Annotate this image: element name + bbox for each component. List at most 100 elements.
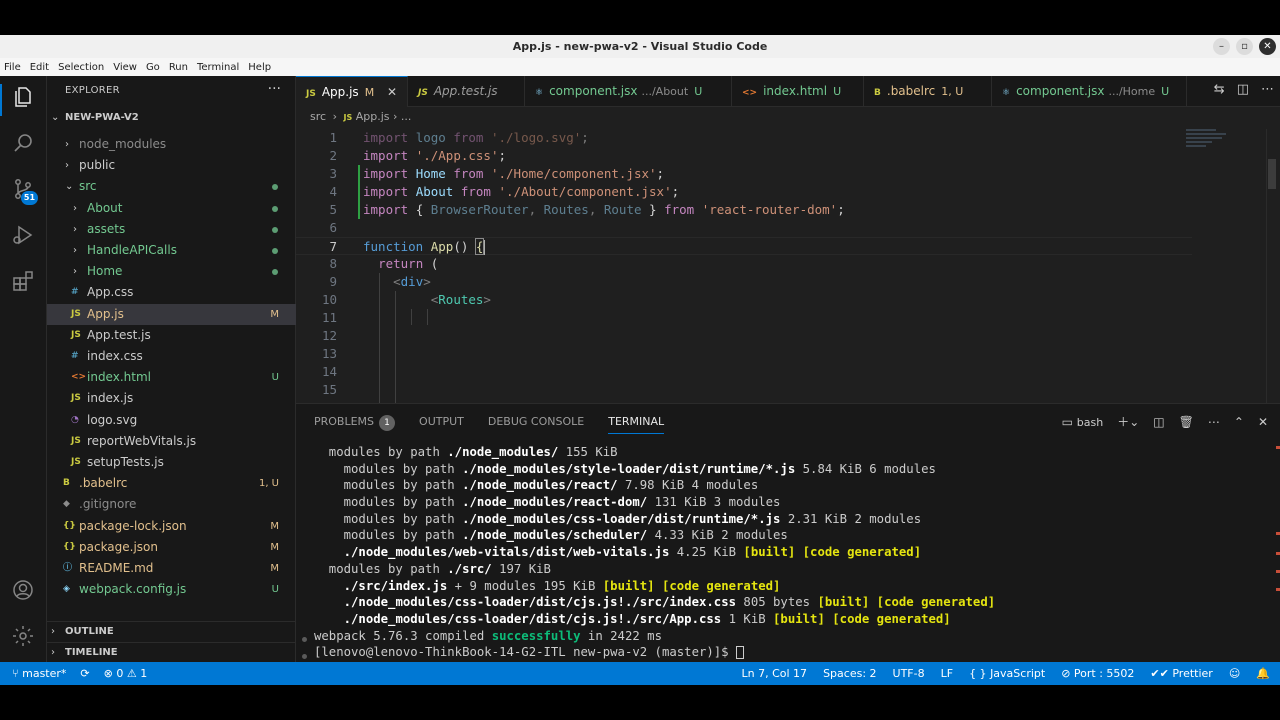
tab-debug-console[interactable]: DEBUG CONSOLE: [488, 412, 584, 434]
file-index-html[interactable]: <> index.html U: [47, 367, 296, 388]
outline-section-header[interactable]: › OUTLINE: [47, 621, 296, 641]
tree-item-label: public: [79, 158, 116, 173]
search-icon[interactable]: [9, 131, 37, 159]
code-line: 6: [296, 219, 1192, 237]
terminal-output[interactable]: modules by path ./node_modules/ 155 KiB …: [314, 444, 1274, 661]
notifications-bell-icon[interactable]: 🔔: [1256, 662, 1270, 685]
file-app-test-js[interactable]: JS App.test.js: [47, 325, 296, 346]
sync-icon[interactable]: ⟳: [80, 662, 89, 685]
tab-label: component.jsx: [1016, 84, 1105, 98]
tab-babelrc[interactable]: B .babelrc 1, U: [864, 76, 992, 107]
line-number: 5: [329, 202, 337, 217]
menu-run[interactable]: Run: [169, 62, 188, 73]
code-line: 15: [296, 381, 1192, 399]
breadcrumb-file[interactable]: App.js: [356, 110, 390, 123]
terminal-line: ./node_modules/css-loader/dist/cjs.js!./…: [343, 595, 996, 610]
line-ending[interactable]: LF: [941, 662, 953, 685]
terminal-command-decoration: [302, 637, 307, 642]
menu-go[interactable]: Go: [146, 62, 160, 73]
folder-handleapicalls[interactable]: › HandleAPICalls: [47, 240, 296, 261]
tab-output[interactable]: OUTPUT: [419, 412, 464, 434]
tree-item-label: README.md: [79, 561, 154, 575]
folder-src[interactable]: ⌄ src: [47, 176, 296, 197]
menu-view[interactable]: View: [113, 62, 137, 73]
tab-status: 1, U: [941, 85, 964, 98]
more-actions-icon[interactable]: ⋯: [1208, 415, 1220, 429]
menu-help[interactable]: Help: [248, 62, 271, 73]
file-babelrc[interactable]: B .babelrc 1, U: [47, 473, 296, 494]
accounts-icon[interactable]: [9, 578, 37, 606]
live-server-port[interactable]: ⊘ Port : 5502: [1061, 662, 1134, 685]
file-setuptests-js[interactable]: JS setupTests.js: [47, 452, 296, 473]
terminal-shell-selector[interactable]: ▭ bash: [1062, 415, 1104, 429]
maximize-panel-icon[interactable]: ⌃: [1234, 415, 1244, 429]
extensions-icon[interactable]: [9, 269, 37, 297]
run-debug-icon[interactable]: [9, 223, 37, 251]
editor-scrollbar[interactable]: [1266, 129, 1280, 403]
tree-item-label: Home: [87, 264, 123, 279]
file-logo-svg[interactable]: ◔ logo.svg: [47, 410, 296, 431]
maximize-button[interactable]: ▫: [1236, 38, 1253, 55]
file-index-js[interactable]: JS index.js: [47, 388, 296, 409]
tab-home-component-jsx[interactable]: ⚛ component.jsx .../Home U: [992, 76, 1187, 107]
encoding[interactable]: UTF-8: [893, 662, 925, 685]
settings-gear-icon[interactable]: [9, 624, 37, 652]
folder-node-modules[interactable]: › node_modules: [47, 134, 296, 155]
close-tab-icon[interactable]: ✕: [387, 85, 397, 99]
tab-terminal[interactable]: TERMINAL: [608, 412, 665, 434]
menu-file[interactable]: File: [4, 62, 21, 73]
git-branch-item[interactable]: ⑂ master*: [12, 662, 66, 685]
timeline-section-header[interactable]: › TIMELINE: [47, 642, 296, 662]
file-package-lock-json[interactable]: {} package-lock.json M: [47, 516, 296, 537]
tab-app-test-js[interactable]: JS App.test.js: [408, 76, 525, 107]
split-editor-icon[interactable]: ◫: [1237, 82, 1249, 97]
tab-app-js[interactable]: JS App.js M ✕: [296, 76, 408, 107]
menu-terminal[interactable]: Terminal: [197, 62, 239, 73]
code-editor[interactable]: 1 import logo from './logo.svg'; 2 import …: [296, 107, 1280, 403]
problems-status-item[interactable]: ⊗ 0 ⚠ 1: [104, 662, 148, 685]
tab-about-component-jsx[interactable]: ⚛ component.jsx .../About U: [525, 76, 732, 107]
file-app-css[interactable]: # App.css: [47, 282, 296, 303]
more-actions-icon[interactable]: ⋯: [1261, 82, 1274, 97]
kill-terminal-icon[interactable]: 🗑: [1179, 415, 1194, 429]
indentation[interactable]: Spaces: 2: [823, 662, 876, 685]
file-readme-md[interactable]: ⓘ README.md M: [47, 558, 296, 579]
tab-index-html[interactable]: <> index.html U: [732, 76, 864, 107]
files-icon[interactable]: [9, 85, 37, 113]
split-terminal-icon[interactable]: ◫: [1153, 415, 1164, 429]
terminal-scrollbar[interactable]: [1274, 442, 1280, 657]
folder-assets[interactable]: › assets: [47, 219, 296, 240]
close-window-button[interactable]: ✕: [1259, 38, 1276, 55]
folder-public[interactable]: › public: [47, 155, 296, 176]
tab-problems[interactable]: PROBLEMS 1: [314, 412, 396, 434]
cursor-position[interactable]: Ln 7, Col 17: [742, 662, 808, 685]
file-reportwebvitals-js[interactable]: JS reportWebVitals.js: [47, 431, 296, 452]
terminal-line: modules by path ./node_modules/style-loa…: [314, 461, 936, 476]
tab-label: .babelrc: [886, 84, 936, 98]
folder-about[interactable]: › About: [47, 198, 296, 219]
folder-home[interactable]: › Home: [47, 261, 296, 282]
prettier-status[interactable]: ✔✔ Prettier: [1150, 662, 1212, 685]
line-number: 7: [329, 239, 337, 254]
file-package-json[interactable]: {} package.json M: [47, 537, 296, 558]
minimap[interactable]: [1186, 129, 1236, 165]
code-line: 5 import { BrowserRouter, Routes, Route }…: [296, 201, 1192, 219]
file-gitignore[interactable]: ◆ .gitignore: [47, 494, 296, 515]
menu-edit[interactable]: Edit: [30, 62, 49, 73]
breadcrumb-folder[interactable]: src: [310, 110, 326, 123]
explorer-more-actions-icon[interactable]: ···: [268, 81, 281, 97]
new-terminal-icon[interactable]: ＋⌄: [1117, 413, 1139, 430]
language-mode[interactable]: { } JavaScript: [969, 662, 1045, 685]
close-panel-icon[interactable]: ✕: [1258, 415, 1268, 429]
editor-scroll-thumb[interactable]: [1268, 159, 1276, 189]
file-webpack-config-js[interactable]: ◈ webpack.config.js U: [47, 579, 296, 600]
breadcrumb-symbol[interactable]: › ...: [393, 110, 411, 123]
warning-icon: ⚠: [126, 667, 137, 680]
file-index-css[interactable]: # index.css: [47, 346, 296, 367]
menu-selection[interactable]: Selection: [58, 62, 104, 73]
minimize-button[interactable]: –: [1213, 38, 1230, 55]
feedback-icon[interactable]: ☺: [1229, 662, 1240, 685]
file-app-js[interactable]: JS App.js M: [47, 303, 296, 325]
workspace-root-header[interactable]: ⌄ NEW-PWA-V2: [47, 108, 296, 128]
open-changes-icon[interactable]: ⇆: [1214, 82, 1225, 97]
